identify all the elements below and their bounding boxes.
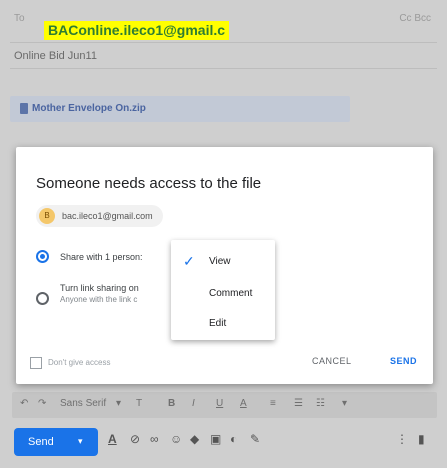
cc-bcc-link[interactable]: Cc Bcc [399,13,431,24]
font-select[interactable]: Sans Serif [60,398,106,409]
send-button[interactable]: Send ▾ [14,428,98,456]
permission-menu: ✓ View Comment Edit [171,240,275,340]
divider [10,42,437,43]
undo-icon[interactable]: ↶ [20,398,28,409]
numbered-list-icon[interactable]: ☰ [294,398,303,409]
drive-icon[interactable]: ◆ [190,432,199,446]
menu-item-comment[interactable]: Comment [171,282,275,306]
redo-icon[interactable]: ↷ [38,398,46,409]
bulleted-list-icon[interactable]: ☷ [316,398,325,409]
send-label: Send [28,436,54,448]
chevron-down-icon[interactable]: ▾ [78,436,83,447]
link-option-label: Turn link sharing on [60,283,139,293]
to-label: To [14,13,25,24]
text-color-icon[interactable]: A [240,398,247,409]
bold-icon[interactable]: B [168,398,175,409]
font-size-icon[interactable]: T [136,398,142,409]
link-icon[interactable]: ∞ [150,432,159,446]
photo-icon[interactable]: ▣ [210,432,221,446]
more-formatting-icon[interactable]: ▾ [342,398,347,409]
signature-icon[interactable]: ✎ [250,432,260,446]
formatting-toolbar: ↶ ↷ Sans Serif ▾ T B I U A ≡ ☰ ☷ ▾ [12,392,437,418]
link-sharing-radio[interactable] [36,292,49,305]
subject-field[interactable]: Online Bid Jun11 [14,50,97,62]
cancel-button[interactable]: CANCEL [312,356,352,366]
drive-file-icon [20,103,28,114]
recipient-chip: B bac.ileco1@gmail.com [36,205,163,227]
share-option-label: Share with 1 person: [60,252,143,262]
avatar: B [39,208,55,224]
attachment-name: Mother Envelope On.zip [32,103,146,114]
emoji-icon[interactable]: ☺ [170,432,182,446]
confidential-icon[interactable]: ◐ [230,432,237,446]
menu-item-view[interactable]: ✓ View [171,250,275,274]
dialog-title: Someone needs access to the file [36,175,262,192]
attachment-chip[interactable]: Mother Envelope On.zip [10,96,350,122]
align-icon[interactable]: ≡ [270,398,276,409]
more-options-icon[interactable]: ⋮ [396,432,408,446]
dont-give-access-label: Don't give access [48,358,111,367]
link-option-sub: Anyone with the link c [60,295,138,304]
trash-icon[interactable]: ▮ [418,432,425,446]
dont-give-access-checkbox[interactable] [30,357,42,369]
menu-item-edit[interactable]: Edit [171,312,275,336]
formatting-options-icon[interactable]: A [108,432,117,446]
divider [10,68,437,69]
check-icon: ✓ [183,253,195,269]
attach-icon[interactable]: ⊘ [130,432,140,446]
menu-item-label: Edit [209,318,227,329]
recipient-address: BAConline.ileco1@gmail.c [44,21,230,40]
underline-icon[interactable]: U [216,398,223,409]
chevron-down-icon: ▾ [116,398,122,409]
menu-item-label: Comment [209,288,253,299]
share-radio[interactable] [36,250,49,263]
to-row[interactable]: To BAConline.ileco1@gmail.c Cc Bcc [0,0,447,42]
menu-item-label: View [209,256,231,267]
italic-icon[interactable]: I [192,398,195,409]
chip-email: bac.ileco1@gmail.com [62,211,153,221]
send-dialog-button[interactable]: SEND [390,356,417,366]
